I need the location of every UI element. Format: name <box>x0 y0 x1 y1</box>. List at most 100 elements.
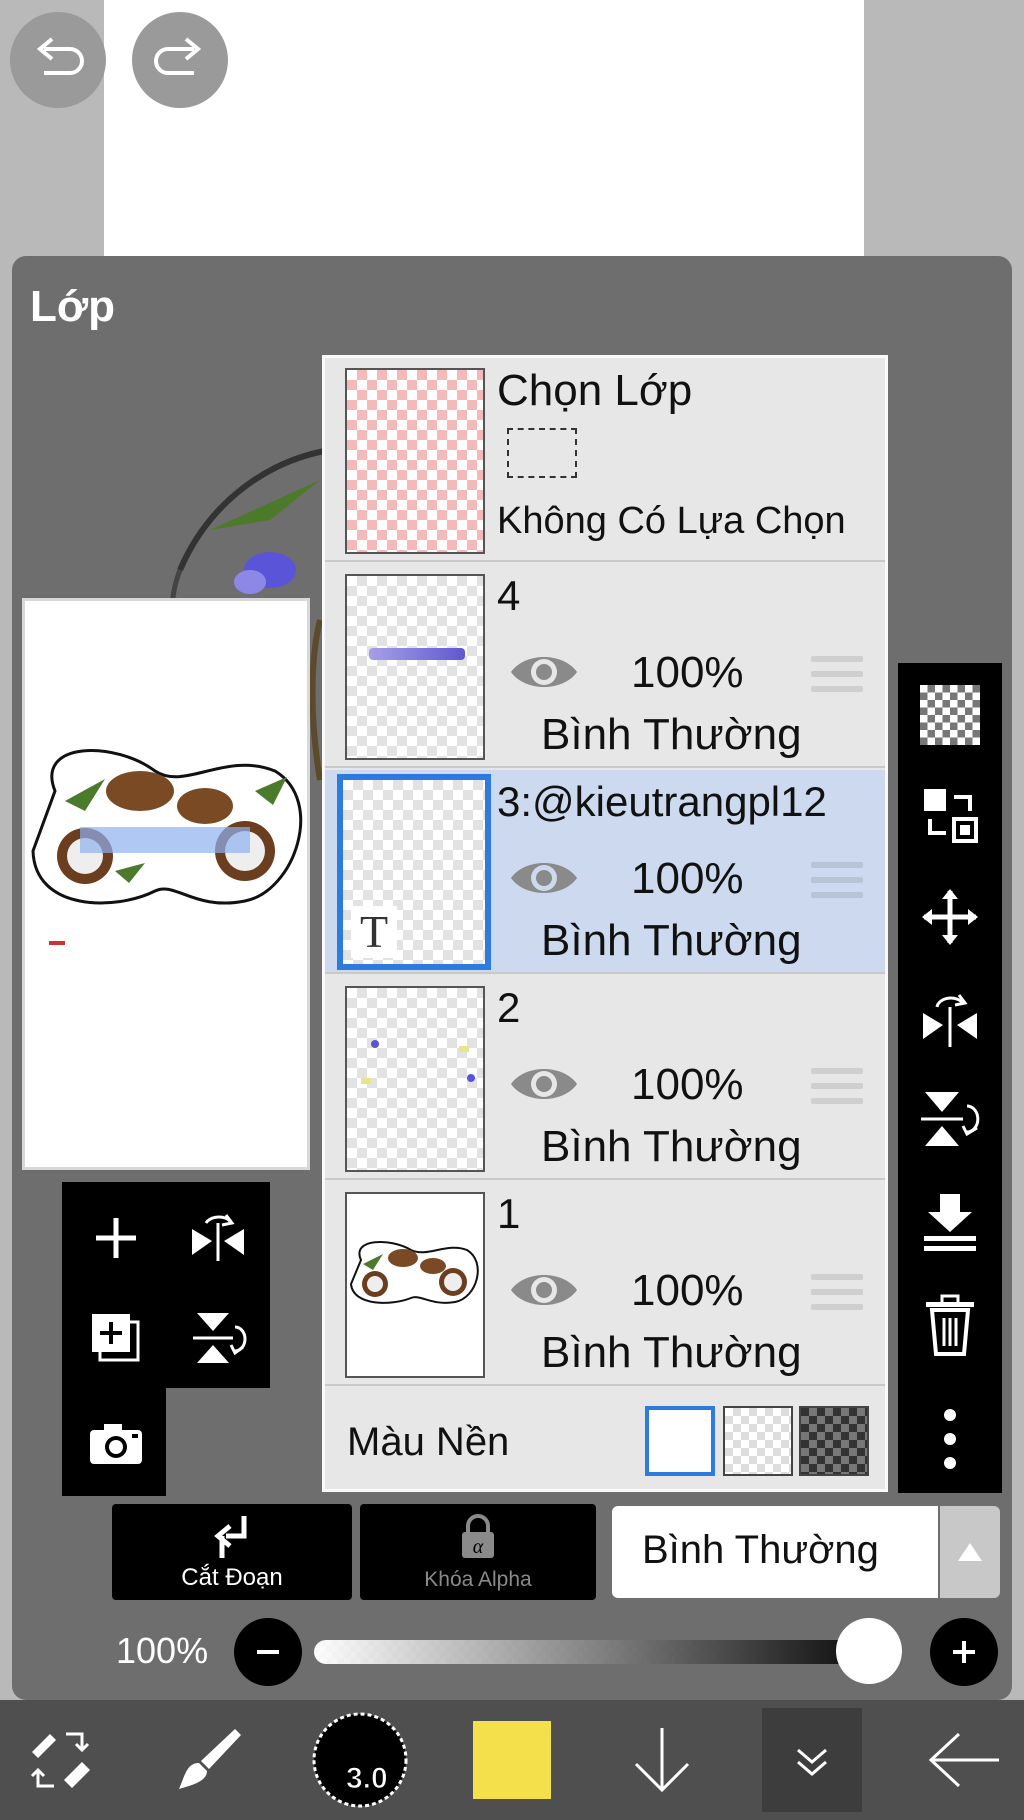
layer-opacity: 100% <box>631 854 744 903</box>
current-color-swatch <box>473 1721 551 1799</box>
layer-name: 4 <box>497 572 521 619</box>
right-toolbox <box>898 663 1002 1493</box>
drag-handle-icon[interactable] <box>811 656 863 701</box>
drag-handle-icon[interactable] <box>811 1274 863 1319</box>
layer-opacity: 100% <box>631 1266 744 1315</box>
background-dark-swatch[interactable] <box>799 1406 869 1476</box>
merge-down-button[interactable] <box>914 1185 986 1257</box>
background-color-label: Màu Nền <box>347 1420 510 1464</box>
visibility-eye-icon[interactable] <box>507 856 581 900</box>
layer-row-1[interactable]: 1 100% Bình Thường <box>325 1182 885 1386</box>
merge-down-icon <box>924 1194 976 1251</box>
opacity-slider-thumb[interactable] <box>836 1618 902 1684</box>
layer-thumbnail-3: T <box>337 774 491 970</box>
redo-button[interactable] <box>132 12 228 108</box>
layer-name: 2 <box>497 984 521 1031</box>
more-vertical-icon <box>944 1409 956 1469</box>
layer-blend-mode: Bình Thường <box>541 1328 802 1377</box>
layer-opacity: 100% <box>631 1060 744 1109</box>
arrow-down-icon <box>634 1728 690 1793</box>
layer-list: Chọn Lớp Không Có Lựa Chọn 4 100% Bình T… <box>322 355 888 1492</box>
layer-row-4[interactable]: 4 100% Bình Thường <box>325 564 885 768</box>
more-options-button[interactable] <box>914 1403 986 1475</box>
background-white-swatch[interactable] <box>645 1406 715 1476</box>
swap-icon <box>924 789 978 843</box>
camera-button[interactable] <box>76 1404 156 1484</box>
visibility-eye-icon[interactable] <box>507 1062 581 1106</box>
bottom-toolbar: 3.0 <box>0 1700 1024 1820</box>
selection-layer-thumbnail <box>345 368 485 554</box>
preview-artwork <box>31 749 303 945</box>
layer-down-button[interactable] <box>622 1700 702 1820</box>
plus-icon <box>953 1641 975 1663</box>
clipping-arrow-icon <box>214 1516 247 1558</box>
layers-toggle-button[interactable] <box>762 1708 862 1812</box>
blend-mode-dropdown-button[interactable] <box>940 1506 1000 1598</box>
selection-layer-title: Chọn Lớp <box>497 366 693 415</box>
clipping-label: Cắt Đoạn <box>181 1564 283 1591</box>
flip-vertical-icon <box>193 1313 247 1363</box>
caret-up-icon <box>958 1543 982 1561</box>
flip-horizontal-button[interactable] <box>178 1198 258 1278</box>
layer-blend-mode: Bình Thường <box>541 710 802 759</box>
flip-horizontal-button-right[interactable] <box>914 983 986 1055</box>
minus-icon <box>257 1650 279 1654</box>
alpha-lock-label: Khóa Alpha <box>424 1568 532 1591</box>
chevron-double-down-icon <box>797 1748 827 1776</box>
drag-handle-icon[interactable] <box>811 1068 863 1113</box>
redo-icon <box>154 37 202 75</box>
layer-1-artwork <box>349 1241 479 1304</box>
transparency-button[interactable] <box>914 679 986 751</box>
delete-layer-button[interactable] <box>914 1289 986 1361</box>
brush-eraser-swap-icon <box>30 1732 90 1788</box>
back-button[interactable] <box>920 1700 1010 1820</box>
visibility-eye-icon[interactable] <box>507 1268 581 1312</box>
layer-blend-mode: Bình Thường <box>541 1122 802 1171</box>
brush-size-label: 3.0 <box>346 1762 389 1796</box>
blend-mode-select[interactable]: Bình Thường <box>612 1506 938 1598</box>
tool-switch-button[interactable] <box>20 1700 100 1820</box>
clipping-button[interactable]: Cắt Đoạn <box>112 1504 352 1600</box>
flip-vertical-button-right[interactable] <box>914 1083 986 1155</box>
undo-button[interactable] <box>10 12 106 108</box>
flip-vertical-button[interactable] <box>178 1298 258 1378</box>
layer-thumbnail-1 <box>345 1192 485 1378</box>
opacity-slider[interactable] <box>314 1640 894 1664</box>
layer-opacity: 100% <box>631 648 744 697</box>
layer-opacity-label: 100% <box>116 1630 209 1671</box>
checker-icon <box>920 685 980 745</box>
visibility-eye-icon[interactable] <box>507 650 581 694</box>
selection-layer-row[interactable]: Chọn Lớp Không Có Lựa Chọn <box>325 358 885 562</box>
layer-row-3[interactable]: T 3:@kieutrangpl12 100% Bình Thường <box>325 770 885 974</box>
move-button[interactable] <box>914 881 986 953</box>
plus-icon <box>96 1218 136 1258</box>
arrow-left-icon <box>928 1732 999 1788</box>
move-icon <box>922 889 978 945</box>
layer-row-2[interactable]: 2 100% Bình Thường <box>325 976 885 1180</box>
background-transparent-swatch[interactable] <box>723 1406 793 1476</box>
flip-horizontal-icon <box>192 1214 244 1261</box>
background-color-row: Màu Nền <box>325 1386 885 1492</box>
flip-horizontal-icon <box>923 994 977 1047</box>
layer-name: 1 <box>497 1190 521 1237</box>
add-layer-button[interactable] <box>76 1198 156 1278</box>
duplicate-layer-button[interactable] <box>76 1298 156 1378</box>
flip-vertical-icon <box>921 1092 980 1146</box>
undo-icon <box>36 37 84 75</box>
drag-handle-icon[interactable] <box>811 862 863 907</box>
opacity-decrease-button[interactable] <box>234 1618 302 1686</box>
brush-size-button[interactable]: 3.0 <box>310 1700 410 1820</box>
alpha-lock-button[interactable]: α Khóa Alpha <box>360 1504 596 1600</box>
swap-button[interactable] <box>914 779 986 851</box>
canvas-preview <box>22 598 310 1170</box>
brush-button[interactable] <box>168 1700 248 1820</box>
layer-thumbnail-2 <box>345 986 485 1172</box>
svg-text:α: α <box>473 1536 484 1558</box>
opacity-increase-button[interactable] <box>930 1618 998 1686</box>
layer-thumbnail-4 <box>345 574 485 760</box>
color-button[interactable] <box>472 1700 552 1820</box>
selection-layer-status: Không Có Lựa Chọn <box>497 500 846 542</box>
duplicate-icon <box>92 1314 140 1362</box>
layer-name: 3:@kieutrangpl12 <box>497 778 827 825</box>
trash-icon <box>926 1294 974 1356</box>
